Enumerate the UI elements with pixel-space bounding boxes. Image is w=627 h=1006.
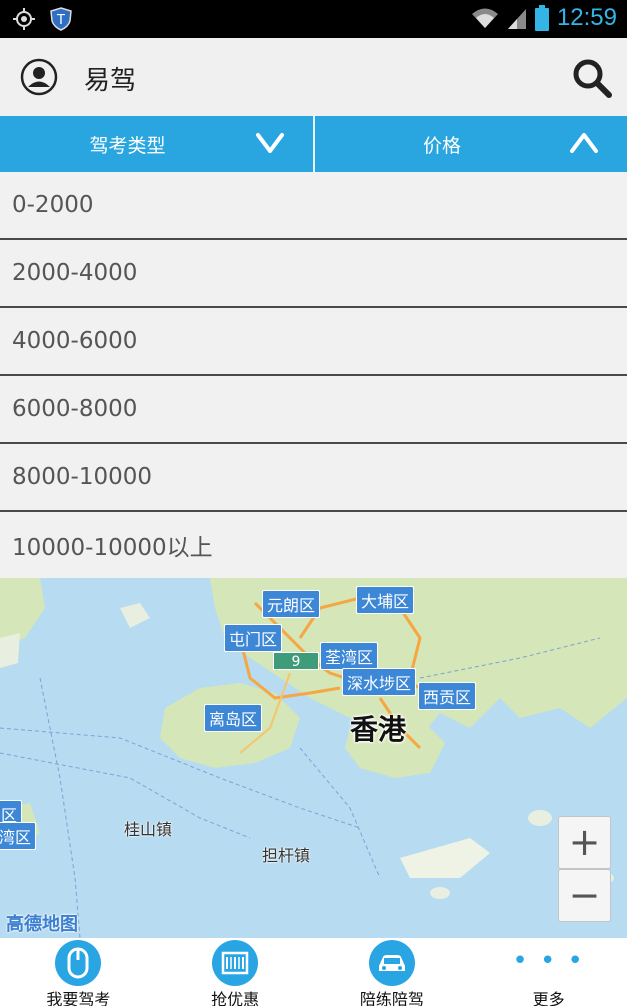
search-icon[interactable] bbox=[572, 58, 612, 98]
wifi-icon bbox=[471, 8, 498, 28]
price-range-item[interactable]: 6000-8000 bbox=[0, 376, 627, 444]
gps-icon bbox=[13, 8, 35, 30]
nav-label: 抢优惠 bbox=[211, 990, 260, 1006]
map-district-label: 湾区 bbox=[0, 822, 37, 850]
nav-label: 我要驾考 bbox=[46, 990, 111, 1006]
chevron-up-icon bbox=[570, 133, 598, 153]
page-title: 易驾 bbox=[84, 66, 137, 96]
map-district-label: 西贡区 bbox=[418, 682, 477, 710]
svg-text:T: T bbox=[56, 13, 65, 28]
price-range-item[interactable]: 4000-6000 bbox=[0, 308, 627, 376]
app-bar: 易驾 bbox=[0, 38, 627, 116]
map-district-label: 元朗区 bbox=[262, 590, 321, 618]
signal-icon bbox=[507, 9, 526, 29]
battery-icon bbox=[534, 5, 549, 31]
price-range-list: 0-2000 2000-4000 4000-6000 6000-8000 800… bbox=[0, 172, 627, 578]
price-range-item[interactable]: 0-2000 bbox=[0, 172, 627, 240]
mouse-icon bbox=[55, 940, 102, 986]
user-avatar-icon[interactable] bbox=[20, 58, 58, 96]
nav-item-practice[interactable]: 陪练陪驾 bbox=[314, 938, 471, 1006]
more-dots-icon: • • • bbox=[512, 946, 585, 976]
map-district-label: 离岛区 bbox=[204, 704, 263, 732]
status-bar: T 12:59 bbox=[0, 0, 627, 38]
map-view[interactable]: 元朗区 大埔区 屯门区 9 荃湾区 深水埗区 西贡区 离岛区 香港 区 湾区 桂… bbox=[0, 578, 627, 938]
car-icon bbox=[368, 940, 415, 986]
price-range-item[interactable]: 8000-10000 bbox=[0, 444, 627, 512]
coupon-icon bbox=[212, 940, 259, 986]
shield-app-icon: T bbox=[50, 7, 72, 31]
map-district-label: 深水埗区 bbox=[342, 668, 417, 696]
map-district-label: 屯门区 bbox=[224, 624, 283, 652]
map-town-label: 桂山镇 bbox=[124, 820, 173, 839]
map-district-label: 大埔区 bbox=[356, 586, 415, 614]
route-badge: 9 bbox=[273, 652, 319, 670]
filter-exam-type[interactable]: 驾考类型 bbox=[0, 116, 313, 172]
nav-item-driving-exam[interactable]: 我要驾考 bbox=[0, 938, 157, 1006]
nav-item-more[interactable]: • • • 更多 bbox=[470, 938, 627, 1006]
clock: 12:59 bbox=[556, 4, 617, 31]
filter-price[interactable]: 价格 bbox=[315, 116, 627, 172]
nav-item-deals[interactable]: 抢优惠 bbox=[157, 938, 314, 1006]
price-range-item[interactable]: 10000-10000以上 bbox=[0, 512, 627, 578]
price-range-item[interactable]: 2000-4000 bbox=[0, 240, 627, 308]
nav-label: 更多 bbox=[532, 990, 565, 1006]
chevron-down-icon bbox=[255, 133, 284, 153]
nav-label: 陪练陪驾 bbox=[359, 990, 424, 1006]
map-logo: 高德地图 bbox=[6, 914, 78, 935]
zoom-out-button[interactable]: − bbox=[558, 869, 611, 922]
bottom-nav: 我要驾考 抢优惠 陪练陪驾 • • • 更多 bbox=[0, 938, 627, 1006]
filter-bar: 驾考类型 价格 bbox=[0, 116, 627, 172]
map-district-label: 荃湾区 bbox=[320, 642, 379, 670]
map-town-label: 担杆镇 bbox=[262, 846, 311, 865]
map-city-label: 香港 bbox=[350, 713, 407, 746]
map-terrain bbox=[0, 578, 627, 938]
filter-exam-type-label: 驾考类型 bbox=[89, 134, 166, 157]
zoom-in-button[interactable]: + bbox=[558, 816, 611, 869]
filter-price-label: 价格 bbox=[422, 134, 461, 157]
